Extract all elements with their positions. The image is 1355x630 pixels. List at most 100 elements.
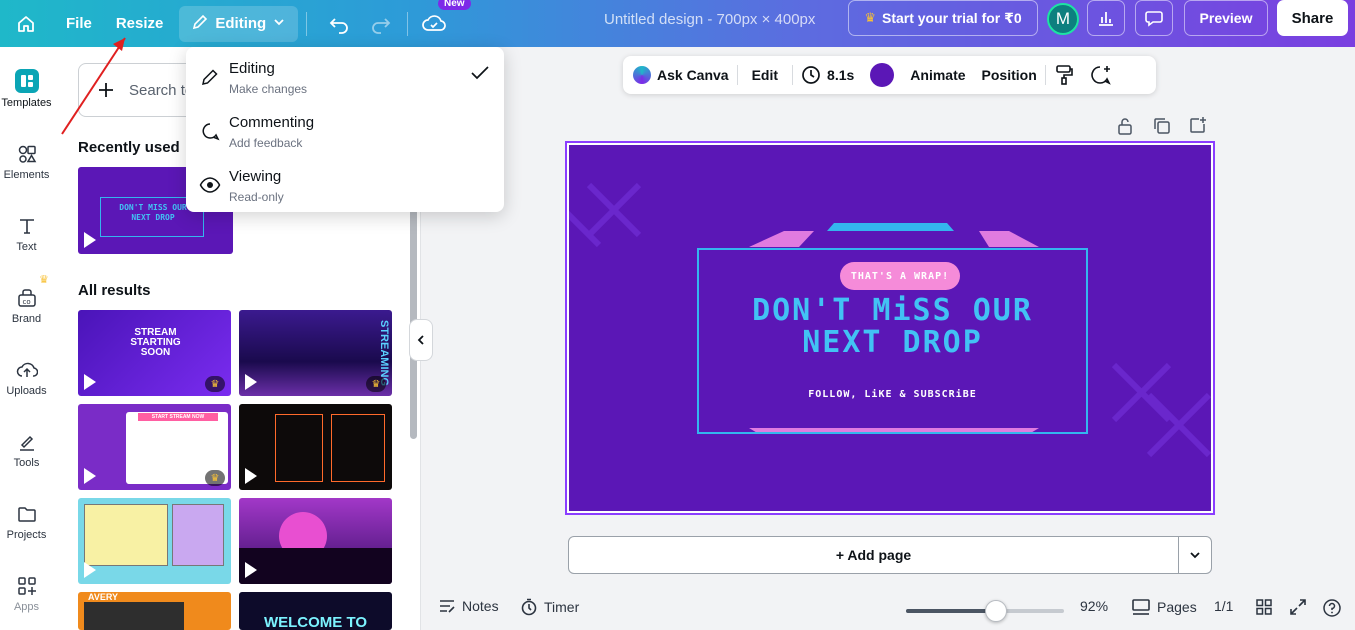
home-icon[interactable] (8, 6, 44, 42)
undo-icon[interactable] (321, 6, 357, 42)
rail-label: Text (16, 241, 37, 253)
trial-label: Start your trial for ₹0 (881, 9, 1022, 26)
pages-icon (1132, 599, 1150, 615)
element-toolbar: Ask Canva Edit 8.1s Animate Position (623, 56, 1156, 94)
rail-item-uploads[interactable]: Uploads (0, 359, 53, 397)
ask-canva-button[interactable]: Ask Canva (623, 56, 737, 94)
rail-label: Uploads (6, 385, 47, 397)
add-comment-button[interactable] (1082, 56, 1120, 94)
comments-button[interactable] (1135, 0, 1173, 36)
add-page-icon[interactable] (1188, 115, 1208, 140)
fullscreen-button[interactable] (1289, 598, 1307, 616)
design-title[interactable]: Untitled design - 700px × 400px (604, 11, 815, 28)
zoom-slider-thumb[interactable] (985, 600, 1008, 622)
preview-button[interactable]: Preview (1184, 0, 1268, 36)
position-button[interactable]: Position (974, 56, 1045, 94)
template-thumbnail[interactable]: STREAMING ♛ (239, 310, 392, 396)
color-swatch-button[interactable] (862, 56, 902, 94)
chevron-left-icon (417, 335, 424, 345)
rail-item-projects[interactable]: Projects (0, 503, 53, 541)
rail-label: Brand (11, 313, 42, 325)
rail-item-templates[interactable]: Templates (0, 69, 53, 109)
cloud-saved-icon[interactable] (416, 6, 452, 42)
duration-label: 8.1s (827, 67, 855, 83)
rail-item-apps[interactable]: Apps (0, 575, 53, 613)
pages-label: Pages (1157, 599, 1197, 615)
clock-icon (802, 66, 820, 84)
svg-text:co: co (22, 298, 30, 306)
rail-item-text[interactable]: Text (0, 215, 53, 253)
play-icon (84, 232, 96, 248)
avatar[interactable]: M (1047, 3, 1079, 35)
edit-button[interactable]: Edit (738, 56, 792, 94)
follow-subtitle[interactable]: FOLLOW, LiKE & SUBSCRiBE (697, 389, 1088, 400)
template-thumbnail[interactable] (78, 498, 231, 584)
divider (306, 11, 308, 36)
thats-a-wrap-pill[interactable]: THAT'S A WRAP! (840, 262, 960, 290)
duration-button[interactable]: 8.1s (793, 56, 862, 94)
play-icon (245, 562, 257, 578)
expand-icon (1290, 599, 1306, 615)
add-page-options-button[interactable] (1179, 549, 1211, 561)
timer-button[interactable]: Timer (520, 598, 579, 616)
design-headline[interactable]: DON'T MiSS OUR NEXT DROP (697, 295, 1088, 359)
zoom-slider-fill (906, 609, 997, 613)
thumb-title: AVERY (88, 592, 119, 602)
crown-icon: ♛ (864, 10, 876, 25)
add-page-button[interactable]: + Add page (569, 537, 1179, 573)
menu-item-commenting[interactable]: Commenting Add feedback (186, 105, 504, 157)
collapse-panel-button[interactable] (409, 319, 433, 361)
insights-button[interactable] (1087, 0, 1125, 36)
play-icon (245, 468, 257, 484)
start-trial-button[interactable]: ♛ Start your trial for ₹0 (848, 0, 1038, 36)
menu-item-label: Commenting (229, 114, 315, 131)
notes-button[interactable]: Notes (438, 598, 499, 614)
rail-item-tools[interactable]: Tools (0, 431, 53, 469)
crown-icon: ♛ (39, 274, 49, 286)
grid-view-button[interactable] (1255, 598, 1273, 616)
template-thumbnail[interactable]: STREAM STARTING SOON ♛ (78, 310, 231, 396)
menu-item-editing[interactable]: Editing Make changes (186, 51, 504, 103)
headline-line-2: NEXT DROP (802, 325, 983, 360)
editing-mode-button[interactable]: Editing (179, 5, 299, 42)
menu-item-viewing[interactable]: Viewing Read-only (186, 159, 504, 211)
template-thumbnail[interactable]: WELCOME TO (239, 592, 392, 630)
editing-mode-menu: Editing Make changes Commenting Add feed… (186, 47, 504, 212)
play-icon (84, 468, 96, 484)
comment-add-icon (1091, 66, 1111, 85)
recently-used-heading: Recently used (78, 139, 180, 156)
template-thumbnail[interactable] (239, 498, 392, 584)
position-label: Position (981, 67, 1037, 83)
timer-label: Timer (544, 599, 580, 615)
rail-label: Apps (13, 601, 40, 613)
rail-item-elements[interactable]: Elements (0, 143, 53, 181)
rail-item-brand[interactable]: ♛ co Brand (0, 274, 53, 325)
pencil-icon (191, 13, 209, 35)
design-canvas[interactable]: THAT'S A WRAP! DON'T MiSS OUR NEXT DROP … (565, 141, 1215, 515)
redo-icon[interactable] (363, 6, 399, 42)
notes-icon (440, 600, 455, 613)
apps-icon (16, 575, 38, 597)
notes-label: Notes (462, 598, 499, 614)
help-button[interactable] (1322, 598, 1342, 618)
ask-canva-label: Ask Canva (657, 67, 729, 83)
lock-icon[interactable] (1116, 116, 1134, 141)
share-button[interactable]: Share (1277, 0, 1348, 36)
template-thumbnail[interactable]: AVERY (78, 592, 231, 630)
rail-label: Projects (6, 529, 47, 541)
animate-button[interactable]: Animate (902, 56, 973, 94)
thumb-title: DON'T MISS OUR NEXT DROP (119, 203, 187, 222)
headline-line-1: DON'T MiSS OUR (752, 293, 1033, 328)
pages-button[interactable]: Pages (1131, 598, 1197, 616)
duplicate-page-icon[interactable] (1152, 116, 1172, 141)
uploads-icon (16, 359, 38, 381)
rail-label: Elements (3, 169, 50, 181)
tools-icon (16, 431, 38, 453)
template-thumbnail[interactable] (239, 404, 392, 490)
template-thumbnail[interactable]: START STREAM NOW ♛ (78, 404, 231, 490)
zoom-slider[interactable] (906, 600, 1064, 622)
zoom-percent[interactable]: 92% (1080, 598, 1108, 614)
paint-format-button[interactable] (1046, 56, 1082, 94)
design-page[interactable]: THAT'S A WRAP! DON'T MiSS OUR NEXT DROP … (569, 145, 1211, 511)
text-icon (16, 215, 38, 237)
